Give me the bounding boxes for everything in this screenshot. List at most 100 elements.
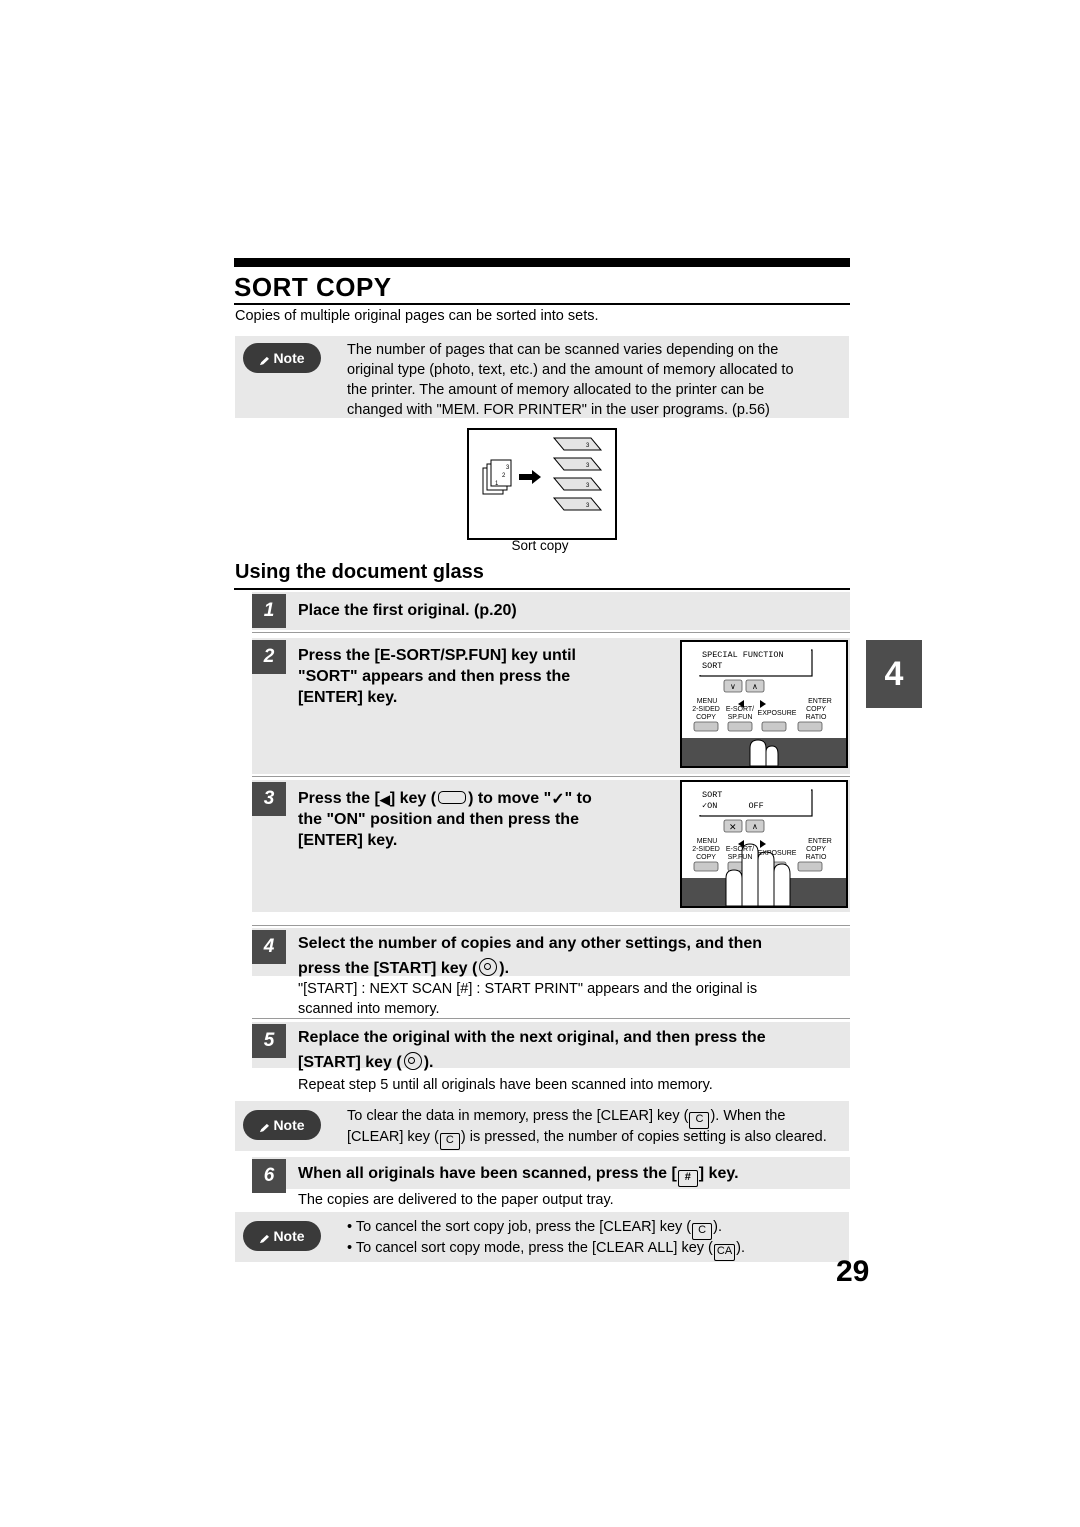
pencil-icon-3 [259,1232,270,1243]
note-mid-line2-b: ) is pressed, the number of copies setti… [460,1129,827,1145]
note-mid-line1: To clear the data in memory, press the [… [347,1106,786,1129]
step-5-line1: Replace the original with the next origi… [298,1029,766,1046]
panel3-lcd: SORT ✓ON OFF [698,788,811,815]
note-top-line1: The number of pages that can be scanned … [347,342,779,358]
pencil-icon-2 [259,1121,270,1132]
step-4-sub1: "[START] : NEXT SCAN [#] : START PRINT" … [298,981,758,997]
note-top-line4: changed with "MEM. FOR PRINTER" in the u… [347,402,770,418]
note-bottom-bullet1-b: ). [713,1219,722,1235]
note-top-line2: original type (photo, text, etc.) and th… [347,362,794,378]
clear-key-icon-2: C [439,1133,460,1150]
note-top-label: Note [273,350,305,366]
left-arrow-icon: ◀ [379,792,390,807]
panel2-enter-label: ENTER [808,698,832,705]
panel3-ratio-label-2: RATIO [805,854,827,861]
step-4-line2: press the [START] key (). [298,955,509,980]
note-bottom-bullet1-a: To cancel the sort copy job, press the [… [355,1219,692,1235]
panel3-lcd-line1: SORT [702,790,723,800]
step-5-number: 5 [252,1024,286,1058]
step-1-text: Place the first original. (p.20) [298,602,517,619]
clear-all-key-icon: CA [713,1244,736,1261]
step-3-divider [252,925,850,926]
note-top-badge: Note [243,343,321,373]
panel2-lcd-line2: SORT [702,660,723,671]
step-6-line1-a: When all originals have been scanned, pr… [298,1165,677,1182]
step-2-line1: Press the [E-SORT/SP.FUN] key until [298,647,576,664]
svg-text:✕: ✕ [729,822,737,832]
note-bottom-bullet2-a: To cancel sort copy mode, press the [CLE… [355,1240,713,1256]
step-5-line2-b: ). [423,1054,434,1071]
panel3-ratio-label-1: COPY [806,846,826,853]
step-3-line2: the "ON" position and then press the [298,811,579,828]
operation-panel-step3: ✕ ∧ SORT ✓ON OFF MENU ENTER 2-SIDED COPY… [680,780,848,908]
note-mid-line2: [CLEAR] key (C) is pressed, the number o… [347,1127,827,1150]
panel2-lcd: SPECIAL FUNCTION SORT [698,648,811,675]
step-4-line1: Select the number of copies and any othe… [298,935,763,952]
title-top-rule [234,258,850,267]
step-5-line2: [START] key (). [298,1049,434,1074]
note-bottom-label: Note [273,1228,305,1244]
panel2-ratio-label-2: RATIO [805,714,827,721]
pencil-icon [259,354,270,365]
step-3-line1-d: " to [564,790,592,807]
step-3-number: 3 [252,782,286,816]
sort-copy-illustration: 3 2 1 3 3 3 3 [467,428,617,540]
note-bottom-badge: Note [243,1221,321,1251]
operation-panel-step2: ∨ ∧ SPECIAL FUNCTION SORT MENU ENTER 2-S… [680,640,848,768]
step-3-line1-a: Press the [ [298,790,380,807]
step-2-divider [252,776,850,777]
page-title: SORT COPY [234,272,392,302]
note-mid-label: Note [273,1117,305,1133]
panel3-lcd-line2: ✓ON OFF [702,801,807,812]
note-mid-line1-b: ). When the [710,1108,786,1124]
step-3-line3: [ENTER] key. [298,832,398,849]
svg-text:∧: ∧ [752,682,758,691]
step-4-number: 4 [252,930,286,964]
intro-paragraph: Copies of multiple original pages can be… [235,308,599,324]
step-6-sub1: The copies are delivered to the paper ou… [298,1192,614,1208]
sort-copy-diagram: 3 2 1 3 3 3 3 [482,437,603,511]
step-4-line2-b: ). [499,960,510,977]
note-top-line3: the printer. The amount of memory alloca… [347,382,765,398]
step-2-line3: [ENTER] key. [298,689,398,706]
svg-text:∨: ∨ [730,682,736,691]
title-bottom-rule [234,303,850,305]
note-mid-line1-a: To clear the data in memory, press the [… [347,1108,689,1124]
page-root: SORT COPY Copies of multiple original pa… [0,0,1080,1527]
note-bottom-bullet1: • To cancel the sort copy job, press the… [347,1217,722,1240]
flat-key-icon [438,791,467,804]
step-4-sub2: scanned into memory. [298,1001,440,1017]
step-1-divider [252,632,850,633]
step-6-line1-b: ] key. [698,1165,739,1182]
step-3-line1-b: ] key ( [389,790,437,807]
bullet-dot-2: • [347,1240,353,1256]
panel2-menu-label: MENU [696,698,718,705]
step-4-divider [252,1018,850,1019]
section-rule [234,588,850,590]
panel3-lcd-on: ON [707,800,718,811]
panel3-enter-label: ENTER [808,838,832,845]
panel2-lcd-line1: SPECIAL FUNCTION [702,650,784,660]
bullet-dot-1: • [347,1219,353,1235]
panel3-menu-label: MENU [696,838,718,845]
svg-text:∧: ∧ [752,822,758,831]
chapter-tab: 4 [866,640,922,708]
step-5-line2-a: [START] key ( [298,1054,402,1071]
checkmark-icon: ✓ [551,791,565,808]
illustration-caption: Sort copy [511,538,569,553]
step-3-line1: Press the [◀] key ( ) to move "✓" to [298,789,592,810]
step-2-number: 2 [252,640,286,674]
note-bottom-bullet2: • To cancel sort copy mode, press the [C… [347,1238,746,1261]
step-2-line2: "SORT" appears and then press the [298,668,571,685]
page-number: 29 [836,1255,870,1288]
start-key-icon-2 [403,1052,422,1070]
note-mid-badge: Note [243,1110,321,1140]
step-3-line1-c: ) to move " [468,790,552,807]
section-heading: Using the document glass [235,561,484,583]
panel2-ratio-label-1: COPY [806,706,826,713]
step-5-sub1: Repeat step 5 until all originals have b… [298,1077,713,1093]
start-key-icon [479,958,498,976]
hash-key-icon: # [677,1170,698,1187]
note-bottom-bullet2-b: ). [736,1240,746,1256]
step-6-line1: When all originals have been scanned, pr… [298,1164,739,1187]
